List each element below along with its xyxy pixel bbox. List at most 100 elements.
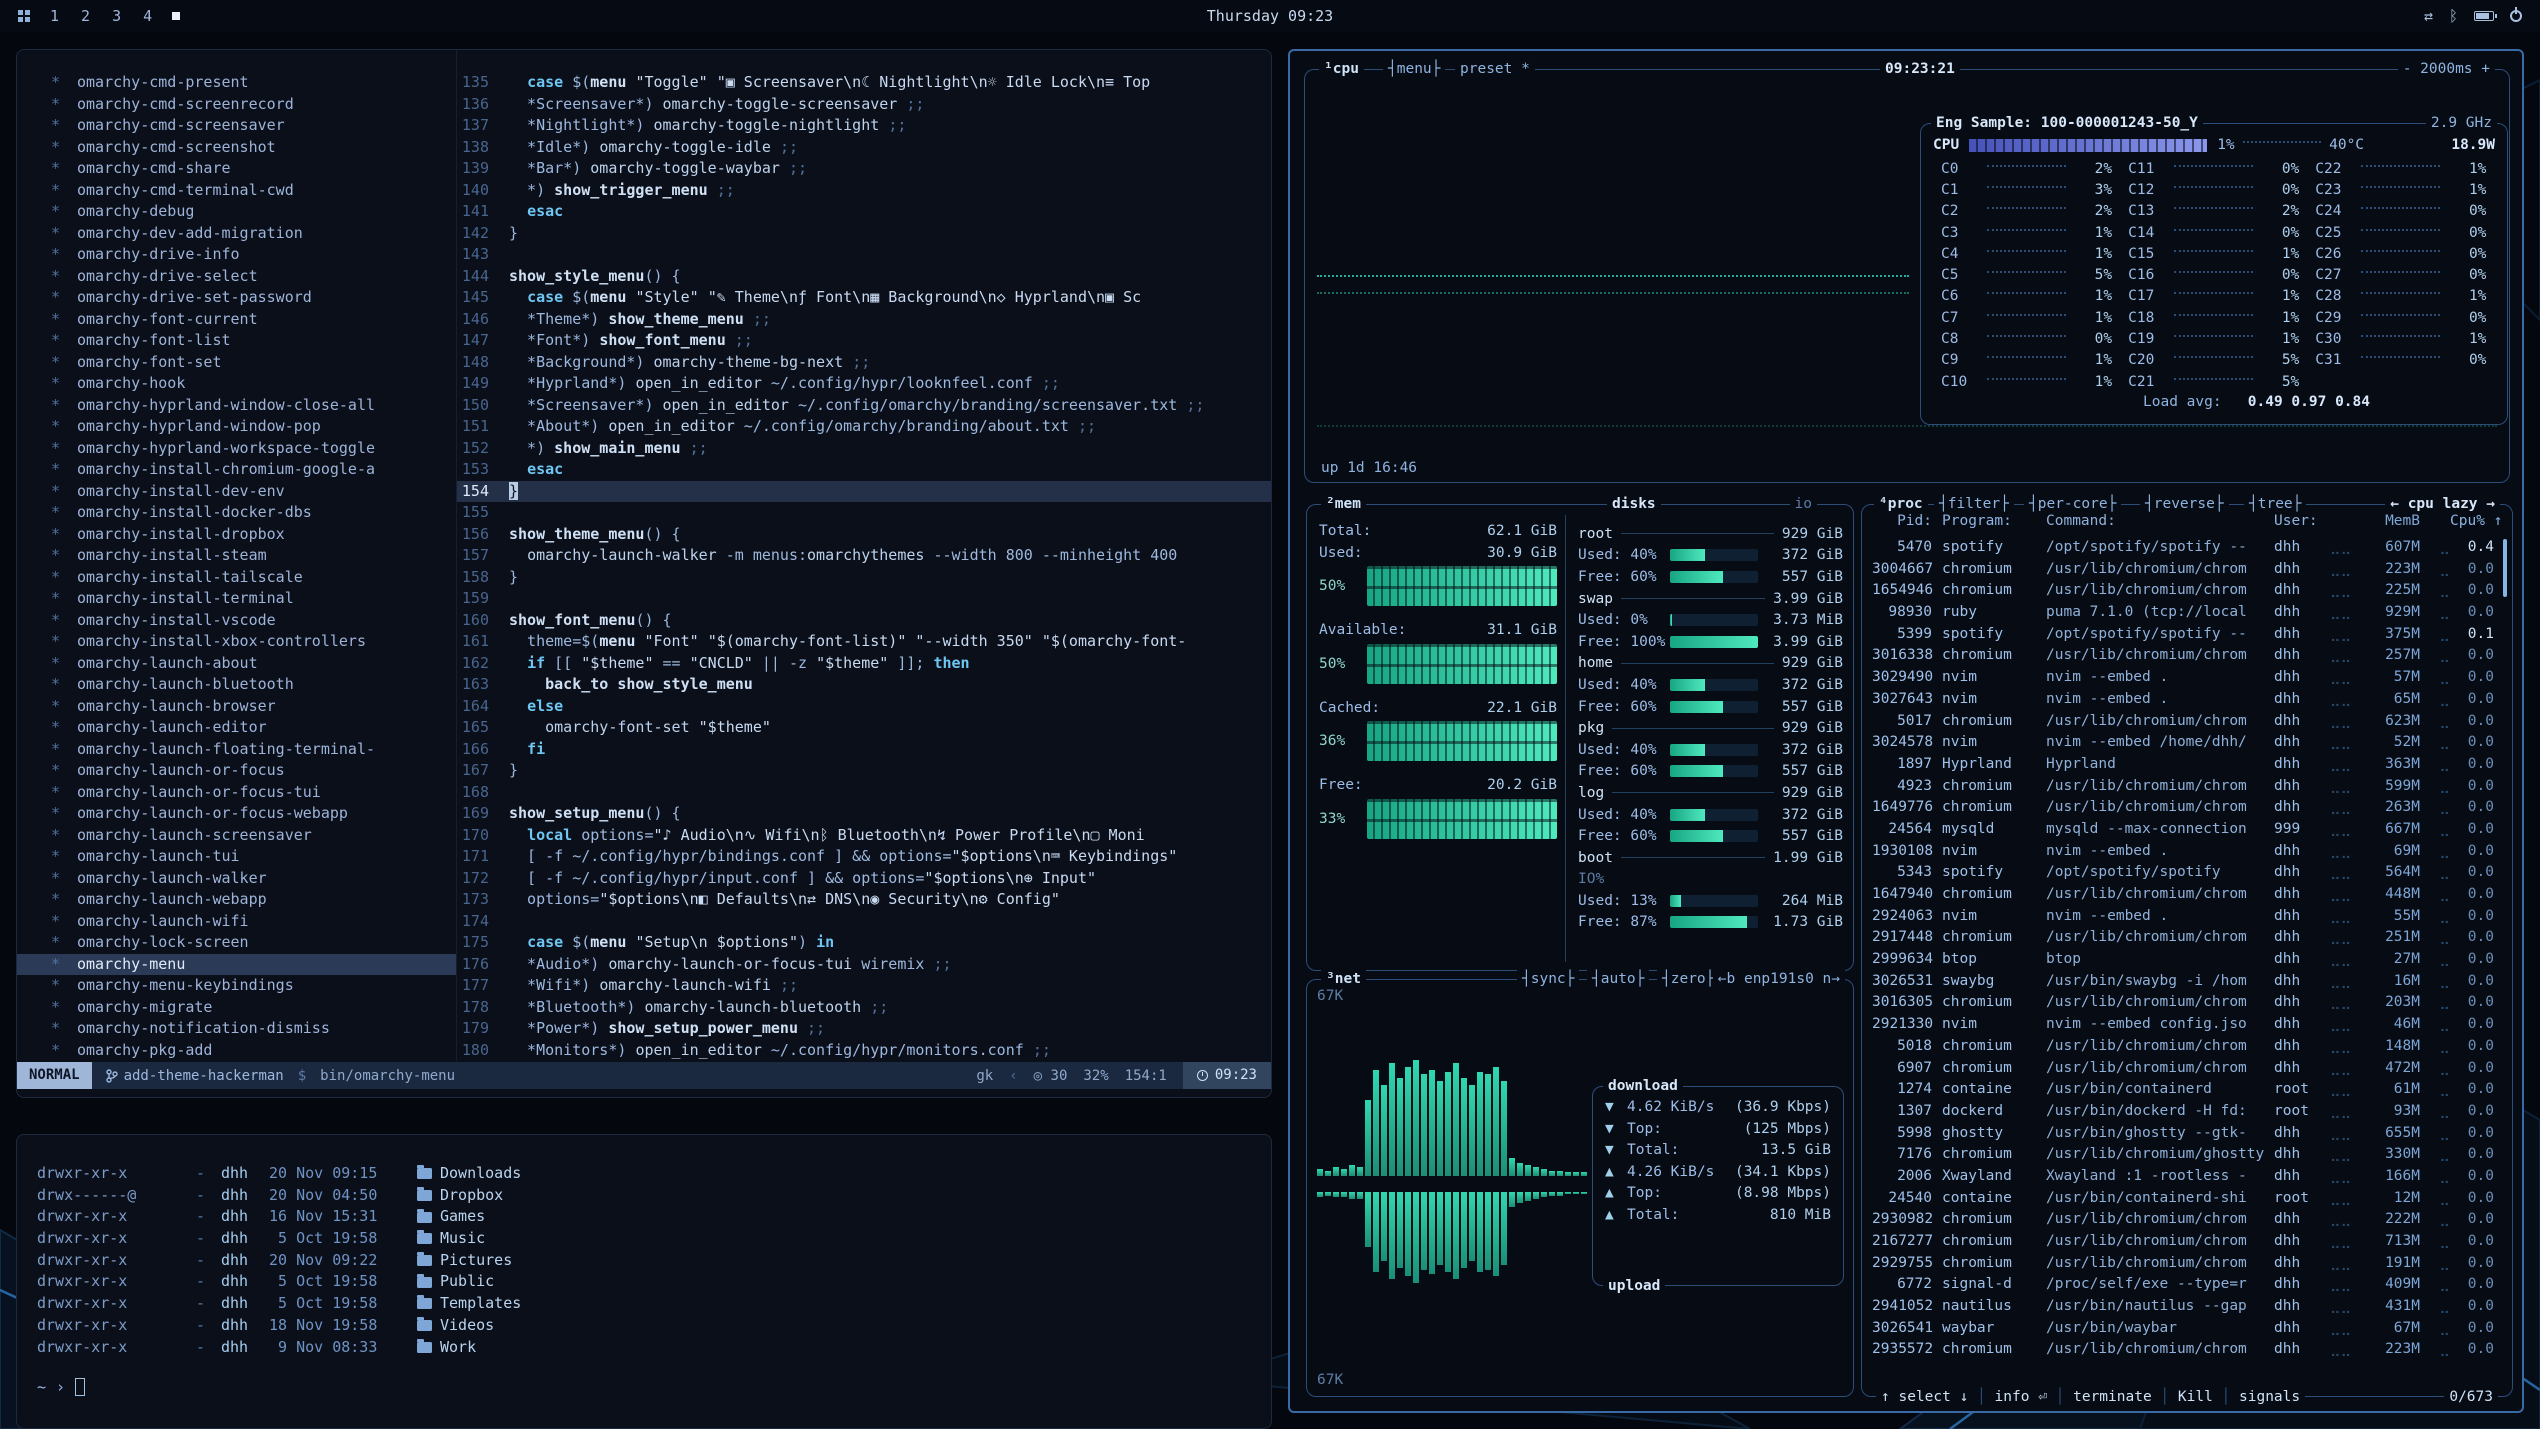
- file-item[interactable]: *omarchy-pkg-add: [17, 1040, 456, 1062]
- process-row[interactable]: 98930rubypuma 7.1.0 (tcp://localdhh929M0…: [1872, 602, 2494, 624]
- file-item[interactable]: *omarchy-cmd-screenrecord: [17, 94, 456, 116]
- process-row[interactable]: 6772signal-d/proc/self/exe --type=rdhh40…: [1872, 1274, 2494, 1296]
- process-row[interactable]: 3016305chromium/usr/lib/chromium/chromdh…: [1872, 992, 2494, 1014]
- file-item[interactable]: *omarchy-font-set: [17, 352, 456, 374]
- file-item[interactable]: *omarchy-install-terminal: [17, 588, 456, 610]
- process-row[interactable]: 3026541waybar/usr/bin/waybardhh67M0.0: [1872, 1318, 2494, 1340]
- process-row[interactable]: 5998ghostty/usr/bin/ghostty --gtk-dhh655…: [1872, 1123, 2494, 1145]
- interface-selector[interactable]: ←b enp191s0 n→: [1713, 970, 1845, 988]
- process-scrollbar[interactable]: [2503, 539, 2507, 597]
- process-row[interactable]: 5399spotify/opt/spotify/spotify --dhh375…: [1872, 624, 2494, 646]
- process-row[interactable]: 5343spotify/opt/spotify/spotifydhh564M0.…: [1872, 862, 2494, 884]
- file-item[interactable]: *omarchy-debug: [17, 201, 456, 223]
- shell-prompt[interactable]: ~ ›: [37, 1378, 85, 1396]
- sort-selector[interactable]: ← cpu lazy →: [2385, 495, 2500, 513]
- file-item[interactable]: *omarchy-launch-or-focus: [17, 760, 456, 782]
- process-row[interactable]: 2930982chromium/usr/lib/chromium/chromdh…: [1872, 1209, 2494, 1231]
- process-row[interactable]: 1897HyprlandHyprlanddhh363M0.0: [1872, 754, 2494, 776]
- file-item[interactable]: *omarchy-launch-about: [17, 653, 456, 675]
- process-row[interactable]: 24540containe/usr/bin/containerd-shiroot…: [1872, 1188, 2494, 1210]
- process-row[interactable]: 5018chromium/usr/lib/chromium/chromdhh14…: [1872, 1036, 2494, 1058]
- process-row[interactable]: 2921330nvimnvim --embed config.jsodhh46M…: [1872, 1014, 2494, 1036]
- file-item[interactable]: *omarchy-launch-or-focus-tui: [17, 782, 456, 804]
- file-item[interactable]: *omarchy-drive-info: [17, 244, 456, 266]
- battery-icon[interactable]: [2474, 11, 2494, 21]
- process-row[interactable]: 1274containe/usr/bin/containerdroot61M0.…: [1872, 1079, 2494, 1101]
- refresh-interval[interactable]: - 2000ms +: [2398, 60, 2495, 78]
- proc-footer-action[interactable]: terminate: [2073, 1389, 2152, 1405]
- file-item[interactable]: *omarchy-cmd-present: [17, 72, 456, 94]
- process-row[interactable]: 4923chromium/usr/lib/chromium/chromdhh59…: [1872, 776, 2494, 798]
- file-item[interactable]: *omarchy-drive-set-password: [17, 287, 456, 309]
- menu-tab[interactable]: ┤menu├: [1383, 60, 1445, 78]
- file-item[interactable]: *omarchy-launch-walker: [17, 868, 456, 890]
- file-item[interactable]: *omarchy-install-docker-dbs: [17, 502, 456, 524]
- terminal-window[interactable]: drwxr-xr-x-dhh20 Nov 09:15Downloadsdrwx-…: [16, 1134, 1272, 1429]
- file-item[interactable]: *omarchy-launch-browser: [17, 696, 456, 718]
- file-item[interactable]: *omarchy-launch-webapp: [17, 889, 456, 911]
- file-item[interactable]: *omarchy-notification-dismiss: [17, 1018, 456, 1040]
- process-row[interactable]: 2941052nautilus/usr/bin/nautilus --gapdh…: [1872, 1296, 2494, 1318]
- user-column-header[interactable]: User:: [2274, 513, 2330, 529]
- process-row[interactable]: 2917448chromium/usr/lib/chromium/chromdh…: [1872, 927, 2494, 949]
- io-tab[interactable]: io: [1790, 495, 1817, 513]
- cpu-column-header[interactable]: Cpu% ↑: [2450, 513, 2494, 529]
- auto-tab[interactable]: ┤auto├: [1587, 970, 1649, 988]
- file-item[interactable]: *omarchy-hook: [17, 373, 456, 395]
- file-item[interactable]: *omarchy-menu-keybindings: [17, 975, 456, 997]
- process-row[interactable]: 1647940chromium/usr/lib/chromium/chromdh…: [1872, 884, 2494, 906]
- process-row[interactable]: 3004667chromium/usr/lib/chromium/chromdh…: [1872, 559, 2494, 581]
- process-row[interactable]: 1307dockerd/usr/bin/dockerd -H fd:root93…: [1872, 1101, 2494, 1123]
- sync-tab[interactable]: ┤sync├: [1517, 970, 1579, 988]
- file-item[interactable]: *omarchy-install-vscode: [17, 610, 456, 632]
- file-item[interactable]: *omarchy-drive-select: [17, 266, 456, 288]
- file-item[interactable]: *omarchy-launch-or-focus-webapp: [17, 803, 456, 825]
- file-item[interactable]: *omarchy-install-dev-env: [17, 481, 456, 503]
- program-column-header[interactable]: Program:: [1942, 513, 2046, 529]
- process-row[interactable]: 1654946chromium/usr/lib/chromium/chromdh…: [1872, 580, 2494, 602]
- file-item[interactable]: *omarchy-launch-bluetooth: [17, 674, 456, 696]
- file-item[interactable]: *omarchy-menu: [17, 954, 456, 976]
- file-item[interactable]: *omarchy-font-list: [17, 330, 456, 352]
- file-item[interactable]: *omarchy-launch-screensaver: [17, 825, 456, 847]
- file-item[interactable]: *omarchy-lock-screen: [17, 932, 456, 954]
- process-row[interactable]: 6907chromium/usr/lib/chromium/chromdhh47…: [1872, 1058, 2494, 1080]
- proc-footer-action[interactable]: info ⏎: [1995, 1389, 2047, 1405]
- file-item[interactable]: *omarchy-hyprland-workspace-toggle: [17, 438, 456, 460]
- file-item[interactable]: *omarchy-hyprland-window-close-all: [17, 395, 456, 417]
- process-row[interactable]: 2999634btopbtopdhh27M0.0: [1872, 949, 2494, 971]
- file-item[interactable]: *omarchy-launch-editor: [17, 717, 456, 739]
- process-row[interactable]: 7176chromium/usr/lib/chromium/ghostty --…: [1872, 1144, 2494, 1166]
- process-row[interactable]: 2167277chromium/usr/lib/chromium/chromdh…: [1872, 1231, 2494, 1253]
- file-item[interactable]: *omarchy-cmd-screensaver: [17, 115, 456, 137]
- filter-tab[interactable]: ┤filter├: [1934, 495, 2014, 513]
- process-row[interactable]: 2924063nvimnvim --embed .dhh55M0.0: [1872, 906, 2494, 928]
- file-item[interactable]: *omarchy-migrate: [17, 997, 456, 1019]
- pid-column-header[interactable]: Pid:: [1872, 513, 1942, 529]
- file-item[interactable]: *omarchy-cmd-terminal-cwd: [17, 180, 456, 202]
- file-item[interactable]: *omarchy-install-chromium-google-a: [17, 459, 456, 481]
- tree-tab[interactable]: ┤tree├: [2244, 495, 2306, 513]
- process-row[interactable]: 1930108nvimnvim --embed .dhh69M0.0: [1872, 841, 2494, 863]
- memory-column-header[interactable]: MemB: [2366, 513, 2420, 529]
- process-row[interactable]: 3016338chromium/usr/lib/chromium/chromdh…: [1872, 645, 2494, 667]
- process-row[interactable]: 3029490nvimnvim --embed .dhh57M0.0: [1872, 667, 2494, 689]
- bluetooth-icon[interactable]: ᛒ: [2449, 7, 2458, 25]
- file-item[interactable]: *omarchy-cmd-screenshot: [17, 137, 456, 159]
- process-row[interactable]: 2006XwaylandXwayland :1 -rootless -dhh16…: [1872, 1166, 2494, 1188]
- process-row[interactable]: 3026531swaybg/usr/bin/swaybg -i /homdhh1…: [1872, 971, 2494, 993]
- file-item[interactable]: *omarchy-hyprland-window-pop: [17, 416, 456, 438]
- code-editor[interactable]: 135 case $(menu "Toggle" "▣ Screensaver\…: [457, 50, 1271, 1061]
- file-item[interactable]: *omarchy-install-tailscale: [17, 567, 456, 589]
- file-item[interactable]: *omarchy-dev-add-migration: [17, 223, 456, 245]
- file-item[interactable]: *omarchy-launch-tui: [17, 846, 456, 868]
- reverse-tab[interactable]: ┤reverse├: [2140, 495, 2229, 513]
- disks-tab[interactable]: disks: [1607, 495, 1661, 513]
- preset-tab[interactable]: preset *: [1455, 60, 1535, 78]
- process-row[interactable]: 5017chromium/usr/lib/chromium/chromdhh62…: [1872, 711, 2494, 733]
- file-item[interactable]: *omarchy-launch-floating-terminal-: [17, 739, 456, 761]
- per-core-tab[interactable]: ┤per-core├: [2024, 495, 2121, 513]
- process-row[interactable]: 24564mysqldmysqld --max-connection999667…: [1872, 819, 2494, 841]
- file-item[interactable]: *omarchy-cmd-share: [17, 158, 456, 180]
- proc-footer-action[interactable]: Kill: [2178, 1389, 2213, 1405]
